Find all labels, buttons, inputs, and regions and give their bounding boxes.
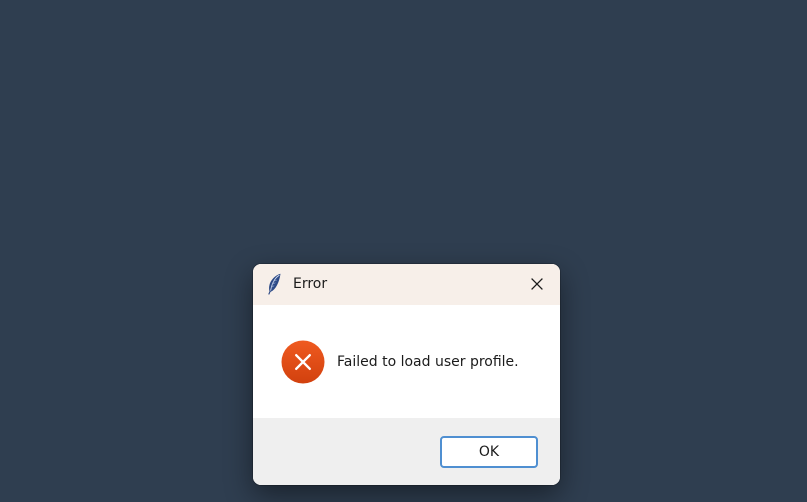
dialog-footer: OK: [253, 418, 560, 485]
error-dialog: Error Failed to load user profile. OK: [253, 264, 560, 485]
error-icon: [281, 340, 325, 384]
dialog-titlebar[interactable]: Error: [253, 264, 560, 305]
dialog-title: Error: [293, 276, 328, 292]
ok-button[interactable]: OK: [440, 436, 538, 468]
error-message: Failed to load user profile.: [337, 354, 519, 370]
close-icon: [531, 275, 543, 294]
dialog-content: Failed to load user profile.: [253, 305, 560, 418]
feather-icon: [266, 273, 282, 295]
close-button[interactable]: [514, 264, 560, 305]
